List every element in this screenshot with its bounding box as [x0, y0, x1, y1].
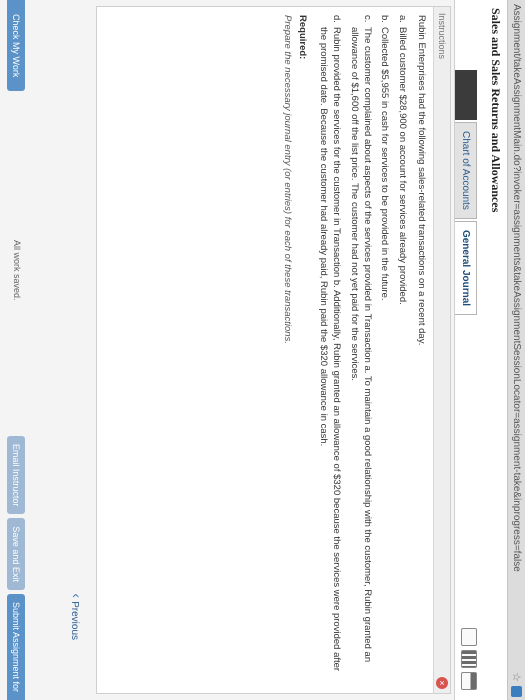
item-text: Billed customer $28,900 on account for s…	[397, 27, 409, 305]
list-item: b. Collected $5,955 in cash for services…	[378, 15, 391, 685]
required-text: Prepare the necessary journal entry (or …	[282, 15, 294, 344]
previous-label: Previous	[69, 601, 80, 640]
save-status: All work saved.	[12, 240, 22, 301]
previous-link[interactable]: ‹ Previous	[69, 593, 85, 640]
footer: ‹Previous Check My Work All work saved. …	[0, 0, 85, 700]
list-item: a. Billed customer $28,900 on account fo…	[395, 15, 408, 685]
instructions-label: Instructions	[437, 13, 447, 60]
chevron-left-icon: ‹	[69, 593, 85, 599]
instructions-body: Rubin Enterprises had the following sale…	[269, 7, 433, 693]
tab-general-journal[interactable]: General Journal	[455, 220, 477, 316]
bookmark-star-icon[interactable]: ☆	[507, 672, 525, 682]
assignment-header: Sales and Sales Returns and Allowances C…	[454, 0, 507, 700]
item-letter: d.	[330, 15, 342, 23]
browser-url-bar[interactable]: Assignment/takeAssignmentMain.do?invoker…	[507, 0, 525, 700]
email-instructor-button[interactable]: Email Instructor	[7, 435, 25, 515]
print-icon[interactable]	[461, 628, 477, 646]
instructions-panel: Instructions × Rubin Enterprises had the…	[96, 6, 451, 694]
tab-blank[interactable]	[455, 70, 477, 120]
item-text: Rubin provided the services for the cust…	[318, 27, 342, 672]
item-letter: b.	[379, 15, 391, 23]
item-letter: a.	[397, 15, 409, 23]
intro-text: Rubin Enterprises had the following sale…	[416, 15, 427, 346]
footer-buttons: Email Instructor Save and Exit Submit As…	[7, 432, 25, 700]
submit-assignment-button[interactable]: Submit Assignment for	[7, 593, 25, 700]
transaction-list: a. Billed customer $28,900 on account fo…	[316, 15, 408, 685]
save-and-exit-button[interactable]: Save and Exit	[7, 518, 25, 590]
item-letter: c.	[361, 15, 373, 23]
instructions-bar: Instructions ×	[433, 7, 450, 693]
tab-chart-of-accounts[interactable]: Chart of Accounts	[455, 122, 477, 219]
url-text: Assignment/takeAssignmentMain.do?invoker…	[511, 4, 522, 572]
extension-icon[interactable]	[511, 686, 522, 697]
close-icon[interactable]: ×	[436, 677, 448, 689]
spreadsheet-icon[interactable]	[461, 650, 477, 668]
item-text: The customer complained about aspects of…	[348, 27, 373, 663]
list-item: d. Rubin provided the services for the c…	[316, 15, 342, 685]
check-my-work-button[interactable]: Check My Work	[7, 0, 25, 92]
tab-bar: Chart of Accounts General Journal	[455, 70, 477, 317]
assignment-title: Sales and Sales Returns and Allowances	[489, 8, 503, 213]
required-label: Required:	[297, 15, 309, 60]
list-item: c. The customer complained about aspects…	[347, 15, 373, 685]
calculator-icon[interactable]	[461, 672, 477, 690]
screen: Assignment/takeAssignmentMain.do?invoker…	[0, 0, 525, 700]
item-text: Collected $5,955 in cash for services to…	[379, 27, 391, 301]
toolbar	[461, 624, 477, 690]
